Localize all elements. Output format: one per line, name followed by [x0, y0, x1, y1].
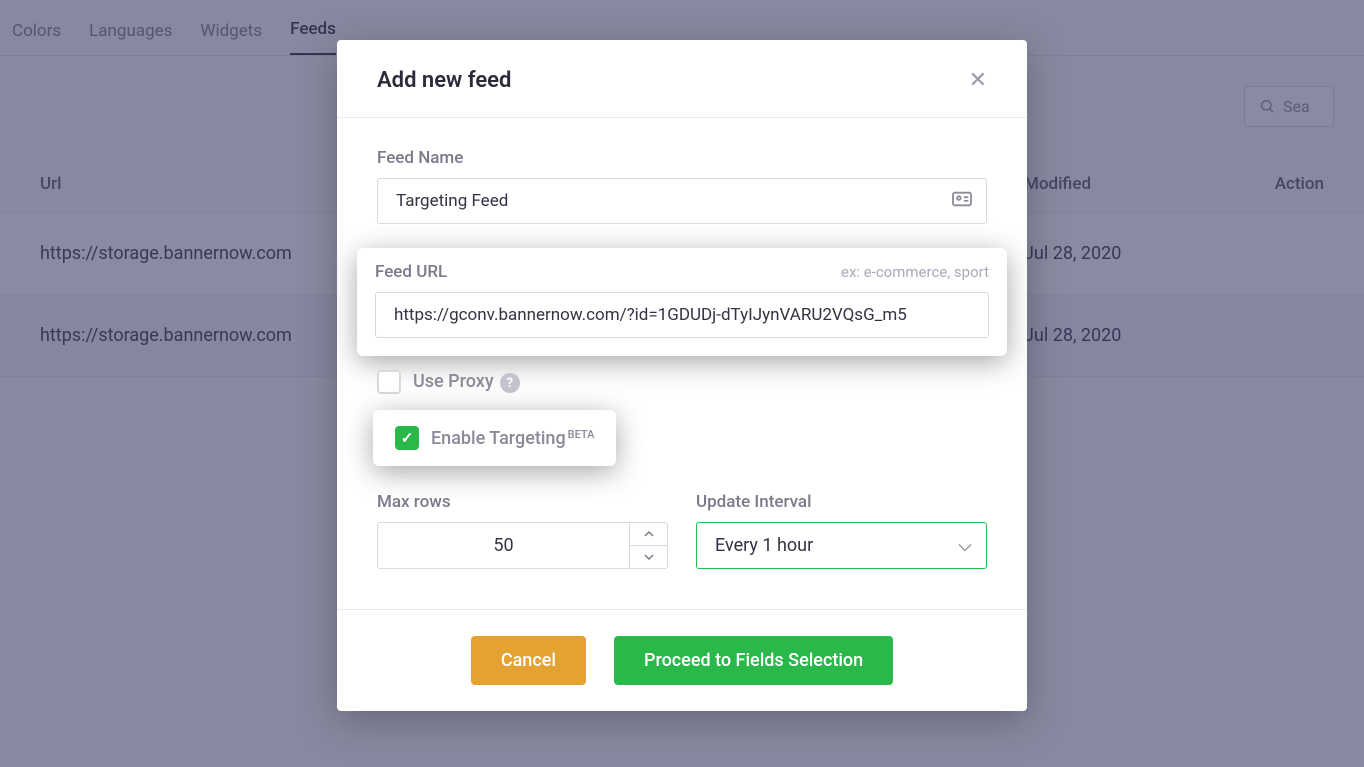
modal-title: Add new feed [377, 68, 511, 93]
id-card-icon [951, 190, 973, 212]
help-icon[interactable]: ? [500, 373, 520, 393]
max-rows-input[interactable] [378, 523, 629, 568]
update-interval-group: Update Interval Every 1 hour [696, 492, 987, 569]
feed-name-input[interactable] [377, 178, 987, 224]
feed-name-label: Feed Name [377, 148, 463, 168]
use-proxy-row: Use Proxy ? [377, 370, 987, 394]
feed-url-hint: ex: e-commerce, sport [841, 263, 989, 281]
modal-overlay: Add new feed ✕ Feed Name Feed URL ex: e [0, 0, 1364, 767]
chevron-down-icon [958, 535, 972, 556]
max-rows-group: Max rows [377, 492, 668, 569]
feed-url-input[interactable] [375, 292, 989, 338]
proceed-button[interactable]: Proceed to Fields Selection [614, 636, 893, 685]
add-feed-modal: Add new feed ✕ Feed Name Feed URL ex: e [337, 40, 1027, 711]
update-interval-value: Every 1 hour [715, 535, 813, 556]
settings-row: Max rows Update I [377, 492, 987, 569]
enable-targeting-checkbox[interactable] [395, 426, 419, 450]
enable-targeting-label: Enable TargetingBETA [431, 428, 594, 449]
feed-url-callout: Feed URL ex: e-commerce, sport [357, 248, 1007, 356]
update-interval-label: Update Interval [696, 492, 987, 512]
feed-url-label: Feed URL [375, 262, 447, 282]
max-rows-label: Max rows [377, 492, 668, 512]
max-rows-stepper [377, 522, 668, 569]
modal-footer: Cancel Proceed to Fields Selection [337, 609, 1027, 711]
feed-name-group: Feed Name [377, 148, 987, 224]
use-proxy-label: Use Proxy ? [413, 371, 520, 394]
update-interval-select[interactable]: Every 1 hour [696, 522, 987, 569]
cancel-button[interactable]: Cancel [471, 636, 586, 685]
enable-targeting-callout: Enable TargetingBETA [373, 410, 616, 466]
use-proxy-checkbox[interactable] [377, 370, 401, 394]
beta-badge: BETA [568, 428, 595, 441]
modal-body: Feed Name Feed URL ex: e-commerce, sport [337, 118, 1027, 609]
stepper-down-icon[interactable] [630, 546, 667, 568]
stepper-up-icon[interactable] [630, 523, 667, 546]
modal-header: Add new feed ✕ [337, 40, 1027, 118]
close-icon[interactable]: ✕ [969, 70, 987, 92]
